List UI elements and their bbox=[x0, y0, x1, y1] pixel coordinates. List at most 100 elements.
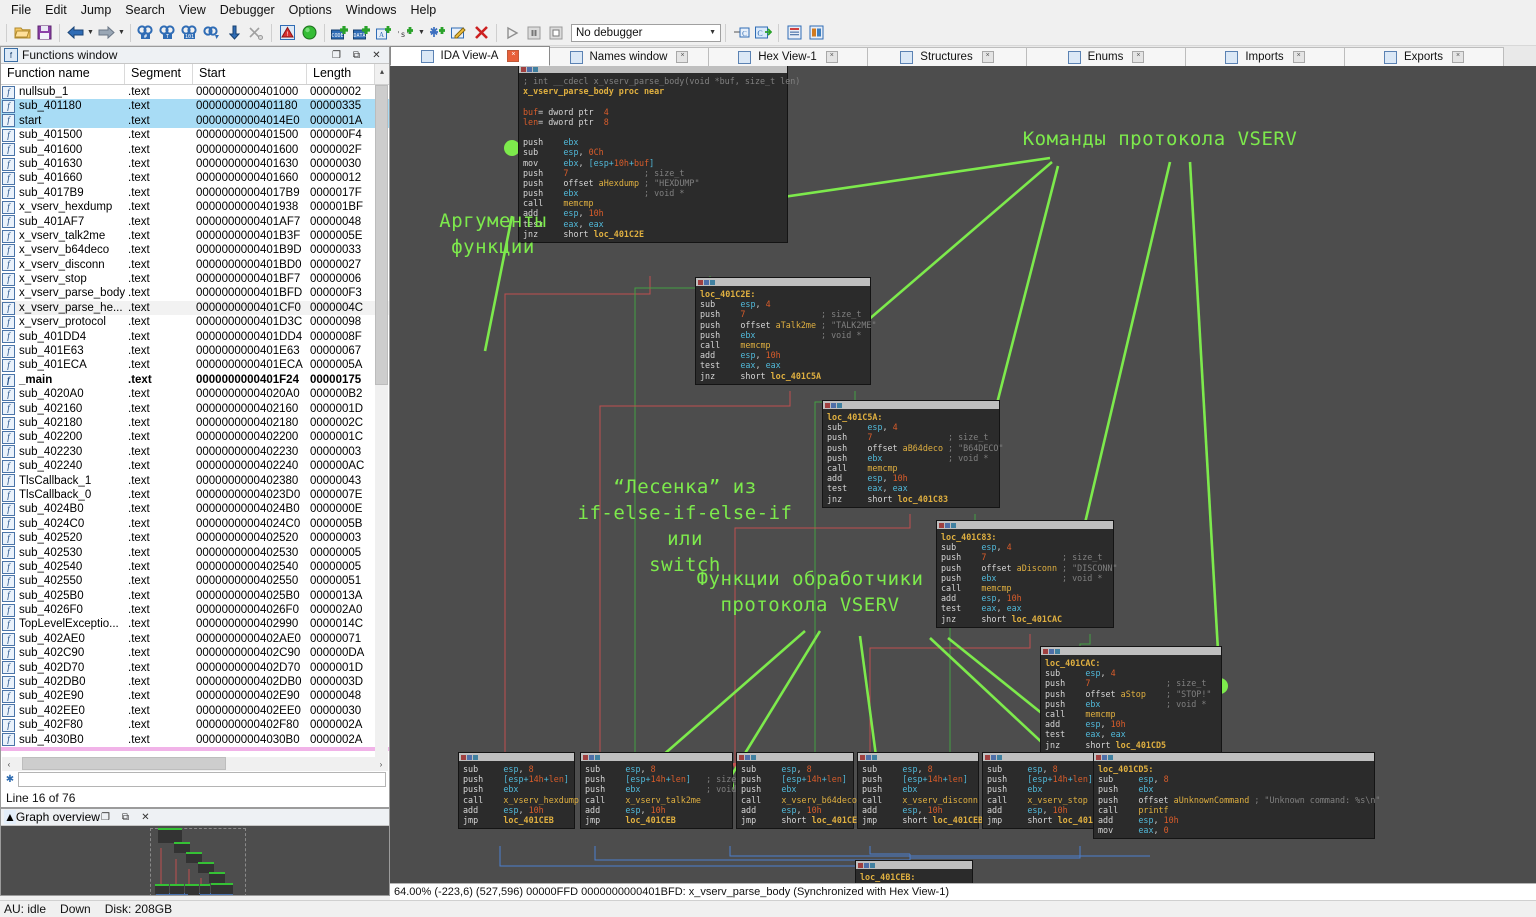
menu-item-options[interactable]: Options bbox=[282, 0, 339, 20]
block-title-bar[interactable] bbox=[983, 753, 1103, 761]
block-disassembly[interactable]: loc_401CAC: sub esp, 4 push 7 ; size_t push… bbox=[1041, 655, 1221, 753]
menu-item-jump[interactable]: Jump bbox=[74, 0, 119, 20]
search-hex-icon[interactable]: # bbox=[135, 22, 157, 44]
block-title-bar[interactable] bbox=[858, 753, 978, 761]
table-row[interactable]: f sub_401600 .text 0000000000401600 0000002F bbox=[1, 143, 389, 157]
table-row[interactable]: f x_vserv_stop .text 0000000000401BF7 000000… bbox=[1, 272, 389, 286]
delete-icon[interactable] bbox=[470, 22, 492, 44]
table-row[interactable]: f sub_402200 .text 0000000000402200 0000001C bbox=[1, 430, 389, 445]
make-data-icon[interactable]: DATA bbox=[351, 22, 373, 44]
menu-item-windows[interactable]: Windows bbox=[339, 0, 404, 20]
close-icon[interactable]: ✕ bbox=[140, 812, 151, 823]
table-row[interactable]: f sub_402EE0 .text 0000000000402EE0 00000030 bbox=[1, 704, 389, 718]
block-title-bar[interactable] bbox=[856, 861, 972, 869]
forward-arrow-icon[interactable] bbox=[95, 22, 117, 44]
table-row[interactable]: f sub_4020A0 .text 00000000004020A0 000000B2 bbox=[1, 387, 389, 401]
maximize-icon[interactable]: ❐ bbox=[100, 812, 111, 823]
table-row[interactable]: f start .text 00000000004014E0 0000001A bbox=[1, 113, 389, 129]
table-row[interactable]: f sub_402F80 .text 0000000000402F80 0000002A bbox=[1, 718, 389, 732]
menu-item-help[interactable]: Help bbox=[403, 0, 443, 20]
block-disassembly[interactable]: sub esp, 8 push [esp+14h+len] push ebx call… bbox=[737, 761, 862, 828]
table-row[interactable]: f TlsCallback_1 .text 0000000000402380 00000… bbox=[1, 474, 389, 488]
ida-graph-view[interactable]: ; int __cdecl x_vserv_parse_body(void *b… bbox=[390, 66, 1536, 883]
forward-dropdown-icon[interactable]: ▼ bbox=[117, 22, 126, 44]
table-row[interactable]: f sub_402180 .text 0000000000402180 0000002C bbox=[1, 416, 389, 430]
table-row[interactable]: f x_vserv_disconn .text 0000000000401BD0 000… bbox=[1, 258, 389, 272]
graph-block-loc_401C2E[interactable]: loc_401C2E: sub esp, 4 push 7 ; size_t push… bbox=[695, 277, 877, 385]
table-row[interactable]: f sub_402E90 .text 0000000000402E90 00000048 bbox=[1, 689, 389, 704]
search-immediate-icon[interactable]: 101 bbox=[179, 22, 201, 44]
graph-block-loc_401CAC[interactable]: loc_401CAC: sub esp, 4 push 7 ; size_t push… bbox=[1040, 646, 1222, 754]
table-row[interactable]: f sub_401AF7 .text 0000000000401AF7 00000048 bbox=[1, 215, 389, 229]
menu-item-edit[interactable]: Edit bbox=[38, 0, 74, 20]
block-disassembly[interactable]: sub esp, 8 push [esp+14h+len] push ebx call… bbox=[459, 761, 579, 828]
debugger-select[interactable]: No debugger ▼ bbox=[571, 23, 721, 42]
struct-dropdown-icon[interactable]: ▼ bbox=[417, 22, 426, 44]
table-row[interactable]: f sub_401630 .text 0000000000401630 00000030 bbox=[1, 157, 389, 171]
close-icon[interactable]: × bbox=[1452, 51, 1464, 63]
tab-structures[interactable]: Structures × bbox=[867, 47, 1027, 66]
maximize-icon[interactable]: ❐ bbox=[331, 50, 342, 61]
graph-block-call-disconn[interactable]: sub esp, 8 push [esp+14h+len] push ebx call… bbox=[857, 752, 983, 830]
table-row[interactable]: f sub_402540 .text 0000000000402540 00000005 bbox=[1, 560, 389, 574]
close-icon[interactable]: × bbox=[1132, 51, 1145, 63]
functions-filter-input[interactable] bbox=[18, 772, 386, 787]
table-row[interactable]: f sub_4026F0 .text 00000000004026F0 000002A0 bbox=[1, 603, 389, 617]
table-row[interactable]: f sub_402530 .text 0000000000402530 00000005 bbox=[1, 546, 389, 560]
table-row[interactable]: f x_vserv_hexdump .text 0000000000401938 000… bbox=[1, 200, 389, 214]
table-row[interactable]: f sub_401ECA .text 0000000000401ECA 0000005A bbox=[1, 358, 389, 373]
edit-function-icon[interactable] bbox=[448, 22, 470, 44]
stop-icon[interactable] bbox=[545, 22, 567, 44]
block-title-bar[interactable] bbox=[696, 278, 870, 286]
strings-icon[interactable] bbox=[783, 22, 805, 44]
block-title-bar[interactable] bbox=[1094, 753, 1374, 761]
graph-block-call-talk2me[interactable]: sub esp, 8 push [esp+14h+len] ; size_t pus… bbox=[580, 752, 746, 830]
segments-icon[interactable] bbox=[805, 22, 827, 44]
float-icon[interactable]: ⧉ bbox=[351, 50, 362, 61]
back-dropdown-icon[interactable]: ▼ bbox=[86, 22, 95, 44]
run-icon[interactable] bbox=[501, 22, 523, 44]
table-row[interactable]: f sub_401500 .text 0000000000401500 000000F4 bbox=[1, 128, 389, 142]
functions-horizontal-scrollbar[interactable]: ‹ › bbox=[2, 757, 388, 771]
block-title-bar[interactable] bbox=[459, 753, 574, 761]
table-row[interactable]: f sub_401DD4 .text 0000000000401DD4 0000008F bbox=[1, 330, 389, 344]
table-row[interactable]: f _main .text 0000000000401F24 00000175 bbox=[1, 373, 389, 387]
block-title-bar[interactable] bbox=[519, 66, 787, 73]
close-icon[interactable]: × bbox=[981, 51, 994, 63]
table-row[interactable]: f TopLevelExceptio... .text 000000000040299… bbox=[1, 617, 389, 632]
scroll-up-arrow-icon[interactable] bbox=[375, 64, 389, 84]
block-disassembly[interactable]: sub esp, 8 push [esp+14h+len] ; size_t pus… bbox=[581, 761, 746, 828]
table-row[interactable]: f x_vserv_talk2me .text 0000000000401B3F 000… bbox=[1, 229, 389, 243]
block-disassembly[interactable]: sub esp, 8 push [esp+14h+len] push ebx call… bbox=[983, 761, 1108, 828]
table-row[interactable]: f sub_402DB0 .text 0000000000402DB0 0000003D bbox=[1, 675, 389, 689]
table-row[interactable]: f TlsCallback_0 .text 00000000004023D0 00000… bbox=[1, 488, 389, 502]
save-icon[interactable] bbox=[33, 22, 55, 44]
search-text-icon[interactable]: T bbox=[157, 22, 179, 44]
table-row[interactable]: f sub_402230 .text 0000000000402230 00000003 bbox=[1, 445, 389, 459]
float-icon[interactable]: ⧉ bbox=[120, 812, 131, 823]
table-row[interactable]: f sub_4024B0 .text 00000000004024B0 0000000E bbox=[1, 502, 389, 517]
block-disassembly[interactable]: sub esp, 8 push [esp+14h+len] push ebx call… bbox=[858, 761, 983, 828]
menu-item-file[interactable]: File bbox=[4, 0, 38, 20]
graph-block-loc_401CEB[interactable]: loc_401CEB: bbox=[855, 860, 973, 883]
graph-block-call-stop[interactable]: sub esp, 8 push [esp+14h+len] push ebx call… bbox=[982, 752, 1108, 830]
run-green-icon[interactable] bbox=[298, 22, 320, 44]
graph-block-call-b64deco[interactable]: sub esp, 8 push [esp+14h+len] push ebx call… bbox=[736, 752, 862, 830]
pause-icon[interactable] bbox=[523, 22, 545, 44]
block-title-bar[interactable] bbox=[823, 401, 999, 409]
table-row[interactable]: f x_vserv_protocol .text 0000000000401D3C 00… bbox=[1, 315, 389, 329]
block-disassembly[interactable]: loc_401C2E: sub esp, 4 push 7 ; size_t push… bbox=[696, 286, 877, 384]
open-file-icon[interactable] bbox=[11, 22, 33, 44]
table-row[interactable]: f sub_402520 .text 0000000000402520 00000003 bbox=[1, 531, 389, 545]
tab-exports[interactable]: Exports × bbox=[1344, 47, 1504, 66]
search-next-icon[interactable] bbox=[201, 22, 223, 44]
column-header-segment[interactable]: Segment bbox=[125, 64, 193, 84]
scroll-left-arrow-icon[interactable]: ‹ bbox=[2, 757, 16, 771]
block-title-bar[interactable] bbox=[737, 753, 853, 761]
scroll-right-arrow-icon[interactable]: › bbox=[374, 757, 388, 771]
table-row[interactable]: f x_vserv_parse_body .text 0000000000401BFD… bbox=[1, 286, 389, 301]
table-row[interactable]: f sub_401180 .text 0000000000401180 00000335 bbox=[1, 99, 389, 114]
tab-ida-view-a[interactable]: IDA View-A × bbox=[390, 46, 550, 66]
table-row[interactable]: f sub_402D70 .text 0000000000402D70 0000001D bbox=[1, 661, 389, 675]
table-row[interactable]: f x_vserv_b64deco .text 0000000000401B9D 000… bbox=[1, 243, 389, 257]
